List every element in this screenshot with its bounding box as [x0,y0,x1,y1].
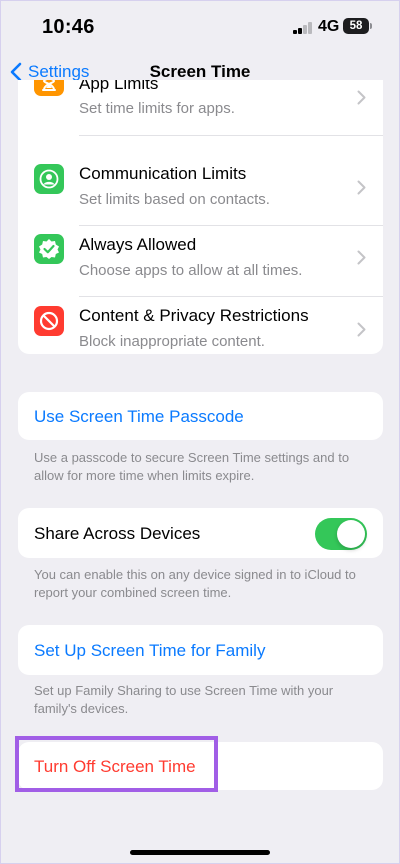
status-bar: 10:46 4G 58 [0,0,400,52]
passcode-footnote: Use a passcode to secure Screen Time set… [34,450,350,483]
limit-title: Always Allowed [79,235,197,254]
limit-row-content-privacy[interactable]: Content & Privacy Restrictions Block ina… [18,276,383,350]
share-across-devices-row: Share Across Devices [18,508,383,558]
share-label: Share Across Devices [34,524,201,543]
limit-subtitle: Block inappropriate content. [79,333,265,350]
highlight-annotation [15,736,218,792]
limits-group: App Limits Set time limits for apps. Com… [18,80,383,354]
battery-nub [370,23,372,29]
chevron-right-icon [357,250,366,265]
no-entry-icon [34,306,64,336]
chevron-right-icon [357,180,366,195]
battery-icon: 58 [343,18,369,34]
limit-title: Communication Limits [79,164,247,183]
limit-row-app-limits[interactable]: App Limits Set time limits for apps. [18,80,383,136]
limit-title: App Limits [79,80,159,93]
family-setup-button[interactable]: Set Up Screen Time for Family [18,625,383,675]
limit-row-always-allowed[interactable]: Always Allowed Choose apps to allow at a… [18,206,383,297]
home-indicator [130,850,270,855]
toggle-knob [337,520,365,548]
share-across-devices-toggle[interactable] [315,518,367,550]
network-type: 4G [318,18,340,35]
hourglass-icon [34,80,64,96]
page-title: Screen Time [149,62,251,81]
share-footnote: You can enable this on any device signed… [34,567,356,600]
checkmark-seal-icon [34,234,64,264]
cellular-signal-icon [293,22,313,34]
passcode-button[interactable]: Use Screen Time Passcode [18,392,383,440]
passcode-label: Use Screen Time Passcode [34,407,244,426]
chevron-right-icon [357,322,366,337]
status-time: 10:46 [42,16,95,38]
family-label: Set Up Screen Time for Family [34,641,266,660]
chevron-right-icon [357,90,366,105]
limit-title: Content & Privacy Restrictions [79,306,309,325]
limit-subtitle: Set time limits for apps. [79,100,235,117]
family-footnote: Set up Family Sharing to use Screen Time… [34,683,334,716]
person-circle-icon [34,164,64,194]
limit-row-communication-limits[interactable]: Communication Limits Set limits based on… [18,136,383,226]
